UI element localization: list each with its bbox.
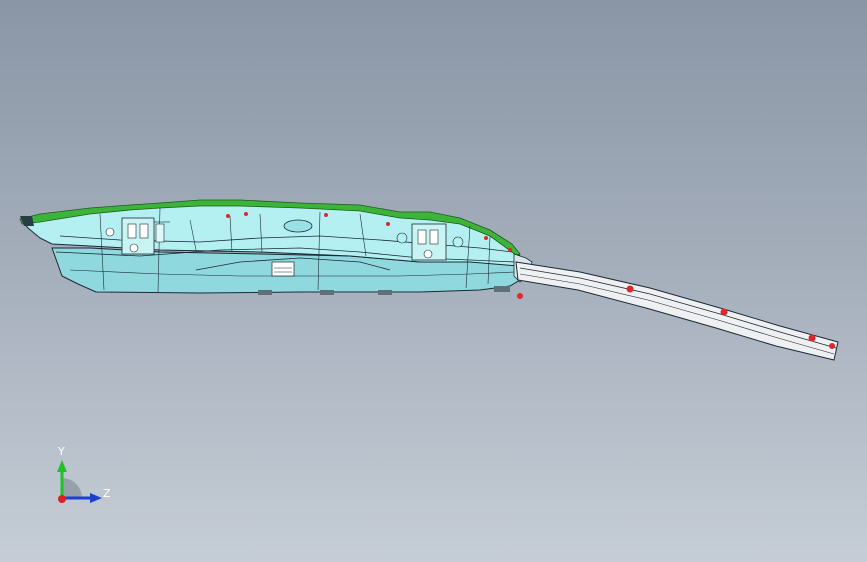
part-left-end (20, 216, 34, 226)
part-connector-block (271, 261, 295, 277)
molded-part[interactable] (19, 199, 537, 299)
joint-red-marker-lower (517, 293, 523, 299)
orientation-triad: Y Z (57, 445, 111, 503)
triad-z-arrow (90, 493, 102, 503)
rail-body (515, 261, 839, 361)
cad-viewport[interactable]: Y Z (0, 0, 867, 562)
triad-y-arrow (57, 460, 67, 472)
triad-x-axis-dot (58, 495, 66, 503)
extension-rail[interactable] (515, 261, 839, 361)
part-hole (105, 227, 115, 237)
triad-z-label: Z (103, 487, 111, 500)
triad-y-label: Y (57, 445, 65, 458)
part-oval-slot (283, 219, 313, 233)
triad-rotation-arc (62, 478, 82, 498)
